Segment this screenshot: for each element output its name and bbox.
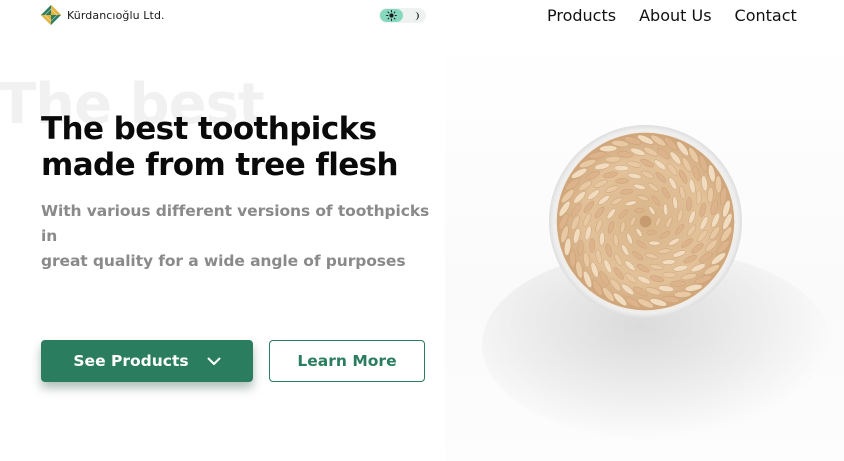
- moon-icon[interactable]: [406, 9, 422, 22]
- nav-products[interactable]: Products: [547, 6, 616, 25]
- hero-subtitle-line-1: With various different versions of tooth…: [41, 202, 430, 245]
- sun-icon[interactable]: [383, 9, 399, 22]
- main-nav: Products About Us Contact: [547, 6, 797, 25]
- hero-subtitle: With various different versions of tooth…: [41, 199, 441, 274]
- see-products-label: See Products: [73, 352, 189, 370]
- see-products-button[interactable]: See Products: [41, 340, 253, 382]
- header: Kürdancıoğlu Ltd. Products About Us Cont…: [0, 0, 844, 36]
- chevron-down-icon: [207, 357, 221, 365]
- theme-toggle[interactable]: [379, 8, 426, 23]
- brand-name: Kürdancıoğlu Ltd.: [67, 8, 165, 22]
- hero-title-line-1: The best toothpicks: [41, 111, 377, 147]
- learn-more-label: Learn More: [297, 352, 397, 370]
- nav-contact[interactable]: Contact: [735, 6, 797, 25]
- nav-about-us[interactable]: About Us: [639, 6, 711, 25]
- hero-title-line-2: made from tree flesh: [41, 147, 399, 183]
- hero-title: The best toothpicks made from tree flesh: [41, 111, 421, 183]
- brand[interactable]: Kürdancıoğlu Ltd.: [41, 5, 165, 25]
- learn-more-button[interactable]: Learn More: [269, 340, 425, 382]
- diamond-logo-icon: [41, 5, 61, 25]
- hero-subtitle-line-2: great quality for a wide angle of purpos…: [41, 252, 406, 270]
- toothpick-glass-image: [548, 124, 743, 319]
